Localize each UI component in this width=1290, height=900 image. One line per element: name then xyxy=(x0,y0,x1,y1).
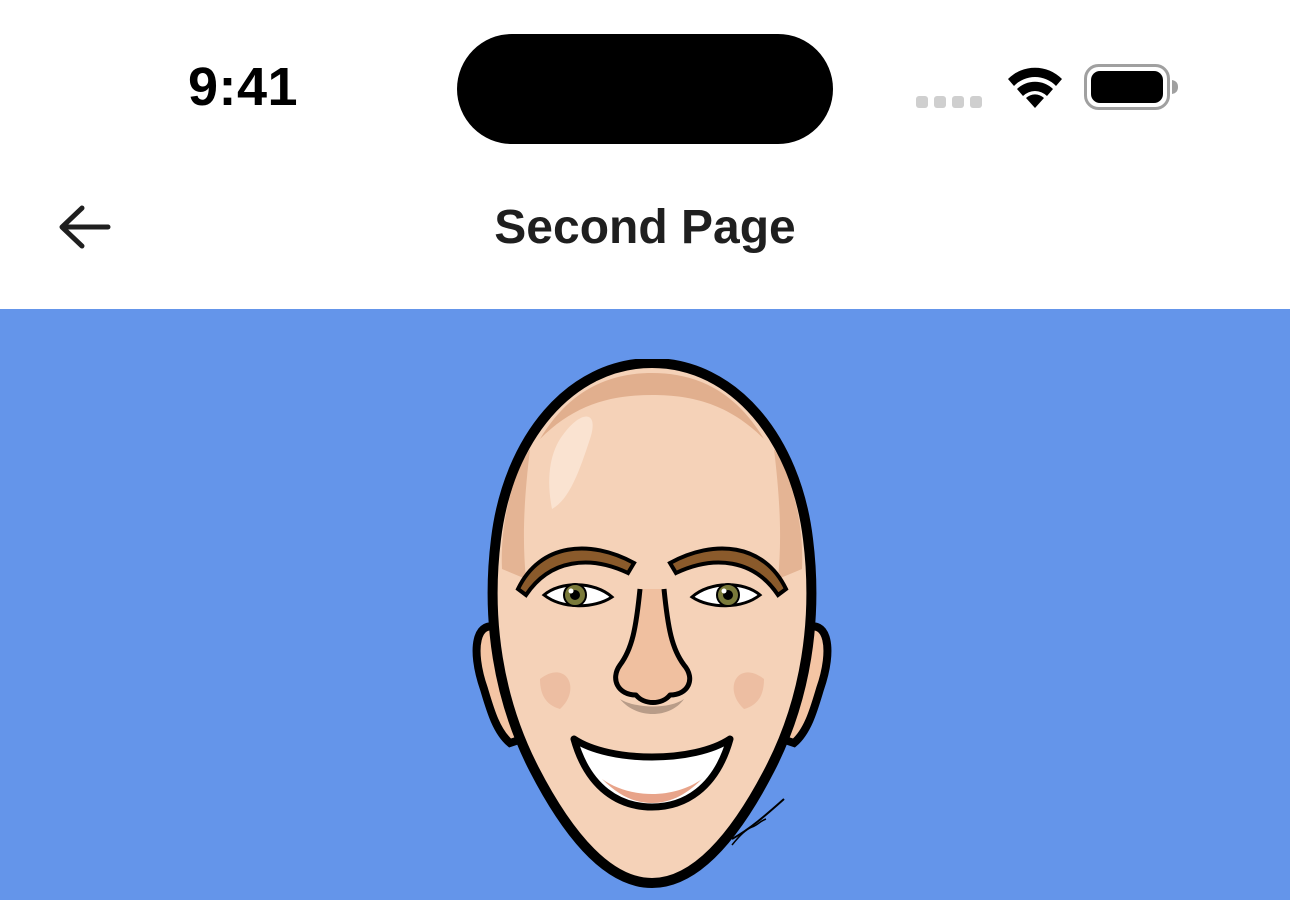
navigation-bar: Second Page xyxy=(0,170,1290,309)
caricature-face-avatar xyxy=(472,359,832,889)
status-time: 9:41 xyxy=(188,57,299,117)
content-area xyxy=(0,309,1290,900)
status-bar: 9:41 xyxy=(0,0,1290,170)
battery-icon xyxy=(1084,64,1178,110)
dynamic-island xyxy=(457,34,833,144)
wifi-icon xyxy=(1008,67,1062,108)
cellular-signal-icon xyxy=(916,96,982,108)
page-title: Second Page xyxy=(494,201,796,254)
